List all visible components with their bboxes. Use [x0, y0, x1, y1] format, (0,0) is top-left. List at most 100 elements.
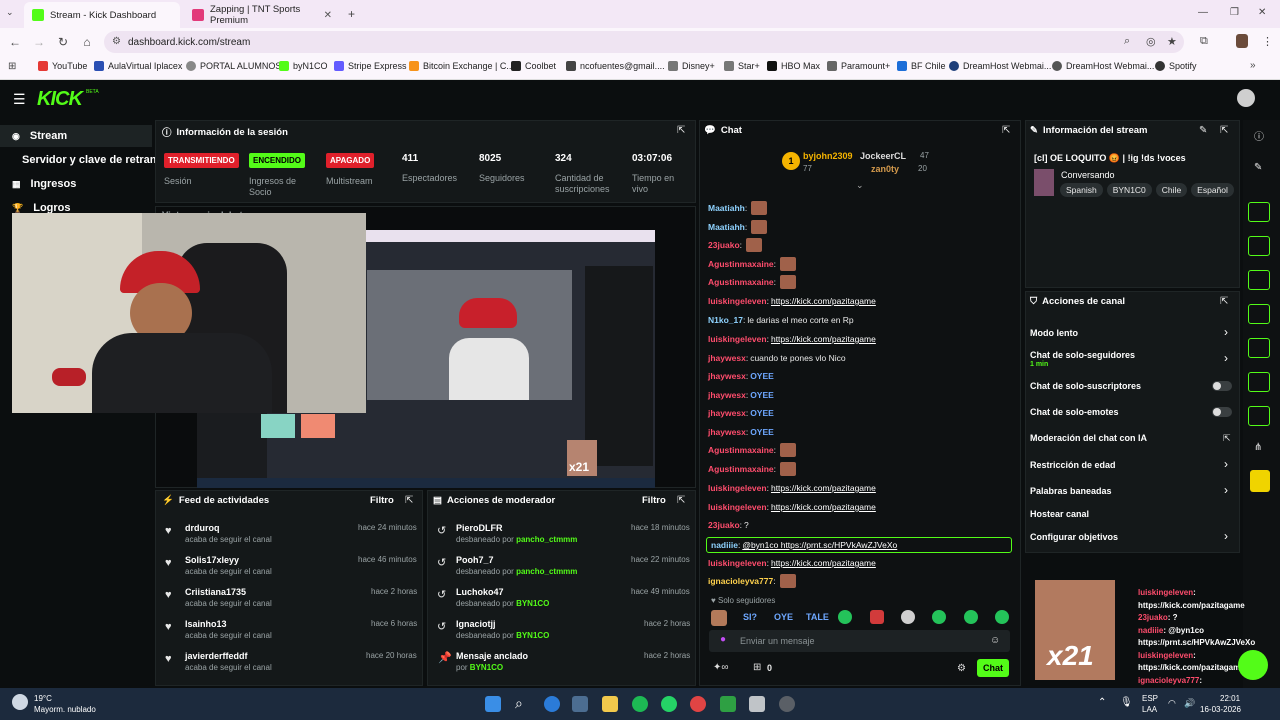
close-tab-icon[interactable]: ✕ — [324, 10, 332, 21]
mod-filter-button[interactable]: Filtro — [642, 495, 666, 506]
bookmark-item[interactable]: DreamHost Webmai... — [949, 61, 1051, 71]
emote-icon[interactable]: TALE — [806, 612, 829, 622]
chat-username[interactable]: luiskingeleven — [708, 558, 767, 568]
chat-username[interactable]: Agustinmaxaine — [708, 277, 774, 287]
category-thumbnail[interactable] — [1034, 169, 1054, 196]
maximize-window-icon[interactable]: ❐ — [1230, 7, 1239, 18]
host-channel-setting[interactable]: Hostear canal — [1030, 509, 1089, 519]
reload-icon[interactable]: ↻ — [54, 35, 72, 49]
tab-search-icon[interactable]: ⌄ — [6, 7, 14, 18]
activity-user[interactable]: Criistiana1735 — [185, 587, 246, 597]
chat-username[interactable]: Agustinmaxaine — [708, 445, 774, 455]
bookmark-item[interactable]: BF Chile — [897, 61, 946, 71]
popout-icon[interactable]: ⇱ — [677, 495, 685, 506]
close-window-icon[interactable]: ✕ — [1258, 7, 1266, 18]
tag-chip[interactable]: Chile — [1155, 183, 1188, 197]
nav-item-stream[interactable]: ◉ Stream — [0, 125, 152, 147]
spotify-taskbar-icon[interactable] — [632, 696, 648, 712]
bookmark-star-icon[interactable]: ★ — [1167, 35, 1177, 48]
tab-tnt-sports[interactable]: Zapping | TNT Sports Premium ✕ — [184, 2, 340, 28]
edit-icon[interactable]: ✎ — [1199, 125, 1207, 136]
bookmark-item[interactable]: PORTAL ALUMNOS — [186, 61, 281, 71]
mic-icon[interactable]: ● — [720, 634, 726, 645]
menu-dots-icon[interactable]: ⋮ — [1262, 35, 1273, 48]
followers-only-setting[interactable]: Chat de solo-seguidores — [1030, 350, 1135, 360]
banned-words-setting[interactable]: Palabras baneadas — [1030, 486, 1112, 496]
chat-username[interactable]: luiskingeleven — [708, 296, 767, 306]
eye-off-icon[interactable]: ◎ — [1146, 35, 1156, 48]
bookmark-item[interactable]: HBO Max — [767, 61, 820, 71]
chevron-right-icon[interactable]: › — [1224, 325, 1228, 339]
bookmark-item[interactable]: Star+ — [724, 61, 760, 71]
bookmark-item[interactable]: byN1CO — [279, 61, 328, 71]
gift-icon[interactable]: ⊞ — [753, 662, 761, 673]
popout-icon[interactable]: ⇱ — [1220, 296, 1228, 307]
chat-username[interactable]: 23juako — [708, 240, 740, 250]
configure-goals-setting[interactable]: Configurar objetivos — [1030, 532, 1118, 542]
nav-item-income[interactable]: ▦ Ingresos — [0, 173, 152, 195]
expand-leaderboard-icon[interactable]: ⌄ — [856, 180, 864, 191]
chevron-right-icon[interactable]: › — [1224, 529, 1228, 543]
ai-moderation-setting[interactable]: Moderación del chat con IA — [1030, 433, 1147, 443]
bookmark-item[interactable]: ncofuentes@gmail.... — [566, 61, 665, 71]
user-avatar[interactable] — [1237, 89, 1255, 107]
top-gifter-name[interactable]: JockeerCL — [860, 151, 906, 161]
emote-icon[interactable] — [995, 610, 1009, 624]
windows-start-icon[interactable] — [485, 696, 501, 712]
top-gifter-name[interactable]: zan0ty — [871, 164, 899, 174]
chat-username[interactable]: luiskingeleven — [708, 334, 767, 344]
chat-message-link[interactable]: https://kick.com/pazitagame — [771, 558, 876, 568]
activity-user[interactable]: Isainho13 — [185, 619, 227, 629]
language-indicator[interactable]: ESP — [1142, 694, 1158, 703]
pinned-message-label[interactable]: Mensaje anclado — [456, 651, 528, 661]
hamburger-menu-icon[interactable]: ☰ — [13, 91, 26, 108]
clock-date[interactable]: 16-03-2026 — [1200, 705, 1241, 714]
store-icon[interactable] — [572, 696, 588, 712]
url-bar[interactable] — [104, 31, 1184, 53]
chrome-icon[interactable] — [690, 696, 706, 712]
nav-item-stream-key[interactable]: Servidor y clave de retransm — [0, 149, 155, 171]
bookmark-item[interactable]: Paramount+ — [827, 61, 890, 71]
url-text[interactable]: dashboard.kick.com/stream — [128, 37, 250, 48]
emote-icon[interactable] — [870, 610, 884, 624]
popout-icon[interactable]: ⇱ — [677, 125, 685, 136]
keyboard-layout[interactable]: LAA — [1142, 705, 1157, 714]
slow-mode-setting[interactable]: Modo lento — [1030, 328, 1078, 338]
tag-chip[interactable]: Español — [1191, 183, 1234, 197]
activity-filter-button[interactable]: Filtro — [370, 495, 394, 506]
chat-input-placeholder[interactable]: Enviar un mensaje — [740, 636, 815, 646]
apps-grid-icon[interactable]: ⊞ — [8, 61, 16, 72]
home-icon[interactable]: ⌂ — [78, 35, 96, 49]
chat-username[interactable]: jhaywesx — [708, 353, 746, 363]
new-tab-button[interactable]: + — [348, 7, 355, 21]
tab-kick-dashboard[interactable]: Stream - Kick Dashboard — [24, 2, 180, 28]
edit-rail-icon[interactable]: ✎ — [1254, 162, 1262, 173]
chat-message-link[interactable]: https://kick.com/pazitagame — [771, 502, 876, 512]
wifi-icon[interactable]: ◠ — [1168, 698, 1176, 709]
mod-target-user[interactable]: Luchoko47 — [456, 587, 504, 597]
emote-icon[interactable] — [711, 610, 727, 626]
back-arrow-icon[interactable]: ← — [6, 35, 24, 49]
weather-desc[interactable]: Mayorm. nublado — [34, 705, 96, 714]
popout-icon[interactable]: ⇱ — [1002, 125, 1010, 136]
headset-fab-icon[interactable] — [1238, 650, 1268, 680]
bookmark-item[interactable]: DreamHost Webmai... — [1052, 61, 1154, 71]
share-rail-icon[interactable]: ⋔ — [1254, 442, 1262, 453]
chat-message-link[interactable]: @byn1co https://prnt.sc/HPVkAwZJVeXo — [742, 540, 897, 550]
bookmarks-overflow-icon[interactable]: » — [1250, 60, 1256, 71]
chat-username[interactable]: luiskingeleven — [708, 502, 767, 512]
info-rail-icon[interactable]: ⓘ — [1254, 128, 1264, 143]
chat-username[interactable]: Maatiahh — [708, 203, 745, 213]
whatsapp-icon[interactable] — [661, 696, 677, 712]
site-info-icon[interactable]: ⚙ — [112, 36, 121, 47]
wrench-rail-icon[interactable] — [1248, 406, 1270, 426]
document-rail-icon[interactable] — [1248, 270, 1270, 290]
bookmark-item[interactable]: Spotify — [1155, 61, 1197, 71]
camera-rail-icon[interactable] — [1248, 202, 1270, 222]
chat-message-link[interactable]: https://kick.com/pazitagame — [771, 334, 876, 344]
bolt-rail-icon[interactable] — [1248, 236, 1270, 256]
external-link-icon[interactable]: ⇱ — [1223, 433, 1231, 444]
weather-temp[interactable]: 19°C — [34, 694, 52, 703]
emotes-only-toggle[interactable] — [1212, 407, 1232, 417]
edge-icon[interactable] — [544, 696, 560, 712]
